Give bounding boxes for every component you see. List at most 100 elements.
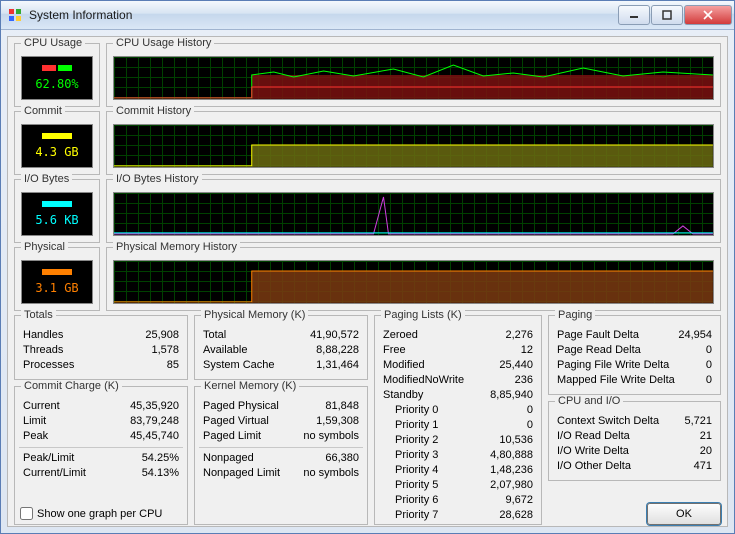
pm-cache-value: 1,31,464 (316, 358, 359, 373)
maximize-button[interactable] (651, 5, 683, 25)
paging-group: Paging Page Fault Delta24,954 Page Read … (548, 315, 721, 395)
cc-limit-value: 83,79,248 (130, 414, 179, 429)
iobytes-meter: 5.6 KB (21, 192, 93, 236)
iobytes-history-panel: I/O Bytes History (106, 179, 721, 243)
minimize-button[interactable] (618, 5, 650, 25)
pl-p0-label: Priority 0 (395, 403, 438, 418)
pl-p4-value: 1,48,236 (490, 463, 533, 478)
physical-history-graph (113, 260, 714, 304)
commit-charge-group: Commit Charge (K) Current45,35,920 Limit… (14, 386, 188, 525)
commit-history-label: Commit History (113, 105, 194, 117)
pl-free-value: 12 (521, 343, 533, 358)
cpu-history-label: CPU Usage History (113, 37, 214, 49)
cc-currentlimit-value: 54.13% (142, 466, 179, 481)
cc-current-value: 45,35,920 (130, 399, 179, 414)
iobytes-history-label: I/O Bytes History (113, 173, 202, 185)
pm-title: Physical Memory (K) (201, 309, 308, 321)
km-pp-label: Paged Physical (203, 399, 279, 414)
pfw-label: Paging File Write Delta (557, 358, 669, 373)
iobytes-value: 5.6 KB (35, 213, 78, 227)
pl-free-label: Free (383, 343, 406, 358)
totals-title: Totals (21, 309, 56, 321)
cpu-history-graph (113, 56, 714, 100)
cc-peaklimit-label: Peak/Limit (23, 451, 74, 466)
cpu-usage-meter: 62.80% (21, 56, 93, 100)
km-pl-label: Paged Limit (203, 429, 261, 444)
pl-p6-label: Priority 6 (395, 493, 438, 508)
cc-peaklimit-value: 54.25% (142, 451, 179, 466)
close-button[interactable] (684, 5, 732, 25)
pl-p2-value: 10,536 (499, 433, 533, 448)
ioo-label: I/O Other Delta (557, 459, 631, 474)
pl-p7-label: Priority 7 (395, 508, 438, 523)
pr-label: Page Read Delta (557, 343, 641, 358)
pl-mod-value: 25,440 (499, 358, 533, 373)
km-npl-label: Nonpaged Limit (203, 466, 280, 481)
client-area: CPU Usage 62.80% CPU Usage History (7, 36, 728, 527)
processes-label: Processes (23, 358, 74, 373)
titlebar[interactable]: System Information (1, 1, 734, 30)
km-pp-value: 81,848 (325, 399, 359, 414)
pl-zeroed-label: Zeroed (383, 328, 418, 343)
pm-available-label: Available (203, 343, 247, 358)
pl-p0-value: 0 (527, 403, 533, 418)
commit-label: Commit (21, 105, 65, 117)
pr-value: 0 (706, 343, 712, 358)
commit-charge-title: Commit Charge (K) (21, 380, 122, 392)
pm-total-value: 41,90,572 (310, 328, 359, 343)
cpu-io-group: CPU and I/O Context Switch Delta5,721 I/… (548, 401, 721, 481)
km-np-value: 66,380 (325, 451, 359, 466)
commit-meter: 4.3 GB (21, 124, 93, 168)
pl-p5-label: Priority 5 (395, 478, 438, 493)
iobytes-label: I/O Bytes (21, 173, 72, 185)
handles-value: 25,908 (145, 328, 179, 343)
km-pv-value: 1,59,308 (316, 414, 359, 429)
pm-cache-label: System Cache (203, 358, 275, 373)
pl-modnw-value: 236 (515, 373, 533, 388)
ior-label: I/O Read Delta (557, 429, 630, 444)
threads-label: Threads (23, 343, 63, 358)
kernel-memory-group: Kernel Memory (K) Paged Physical81,848 P… (194, 386, 368, 525)
pf-label: Page Fault Delta (557, 328, 639, 343)
pl-p1-label: Priority 1 (395, 418, 438, 433)
pl-p3-value: 4,80,888 (490, 448, 533, 463)
km-pl-value: no symbols (303, 429, 359, 444)
mfw-label: Mapped File Write Delta (557, 373, 675, 388)
commit-history-graph (113, 124, 714, 168)
pl-standby-label: Standby (383, 388, 423, 403)
processes-value: 85 (167, 358, 179, 373)
cc-peak-label: Peak (23, 429, 48, 444)
iow-value: 20 (700, 444, 712, 459)
physical-history-panel: Physical Memory History (106, 247, 721, 311)
cs-value: 5,721 (684, 414, 712, 429)
cs-label: Context Switch Delta (557, 414, 659, 429)
cc-current-label: Current (23, 399, 60, 414)
pl-p3-label: Priority 3 (395, 448, 438, 463)
pl-title: Paging Lists (K) (381, 309, 465, 321)
pl-modnw-label: ModifiedNoWrite (383, 373, 464, 388)
iobytes-panel: I/O Bytes 5.6 KB (14, 179, 100, 243)
pl-zeroed-value: 2,276 (505, 328, 533, 343)
pl-p7-value: 28,628 (499, 508, 533, 523)
cpu-usage-panel: CPU Usage 62.80% (14, 43, 100, 107)
commit-history-panel: Commit History (106, 111, 721, 175)
cc-currentlimit-label: Current/Limit (23, 466, 86, 481)
totals-group: Totals Handles25,908 Threads1,578 Proces… (14, 315, 188, 380)
ioo-value: 471 (694, 459, 712, 474)
paging-title: Paging (555, 309, 595, 321)
cpu-usage-label: CPU Usage (21, 37, 85, 49)
physical-label: Physical (21, 241, 68, 253)
ior-value: 21 (700, 429, 712, 444)
cpuio-title: CPU and I/O (555, 395, 623, 407)
km-pv-label: Paged Virtual (203, 414, 269, 429)
window-frame: System Information CPU Usage 62.80% CPU … (0, 0, 735, 534)
commit-panel: Commit 4.3 GB (14, 111, 100, 175)
km-npl-value: no symbols (303, 466, 359, 481)
pl-p5-value: 2,07,980 (490, 478, 533, 493)
paging-lists-group: Paging Lists (K) Zeroed2,276 Free12 Modi… (374, 315, 542, 525)
physical-panel: Physical 3.1 GB (14, 247, 100, 311)
handles-label: Handles (23, 328, 63, 343)
pm-available-value: 8,88,228 (316, 343, 359, 358)
window-title: System Information (29, 8, 617, 22)
app-icon (7, 7, 23, 23)
